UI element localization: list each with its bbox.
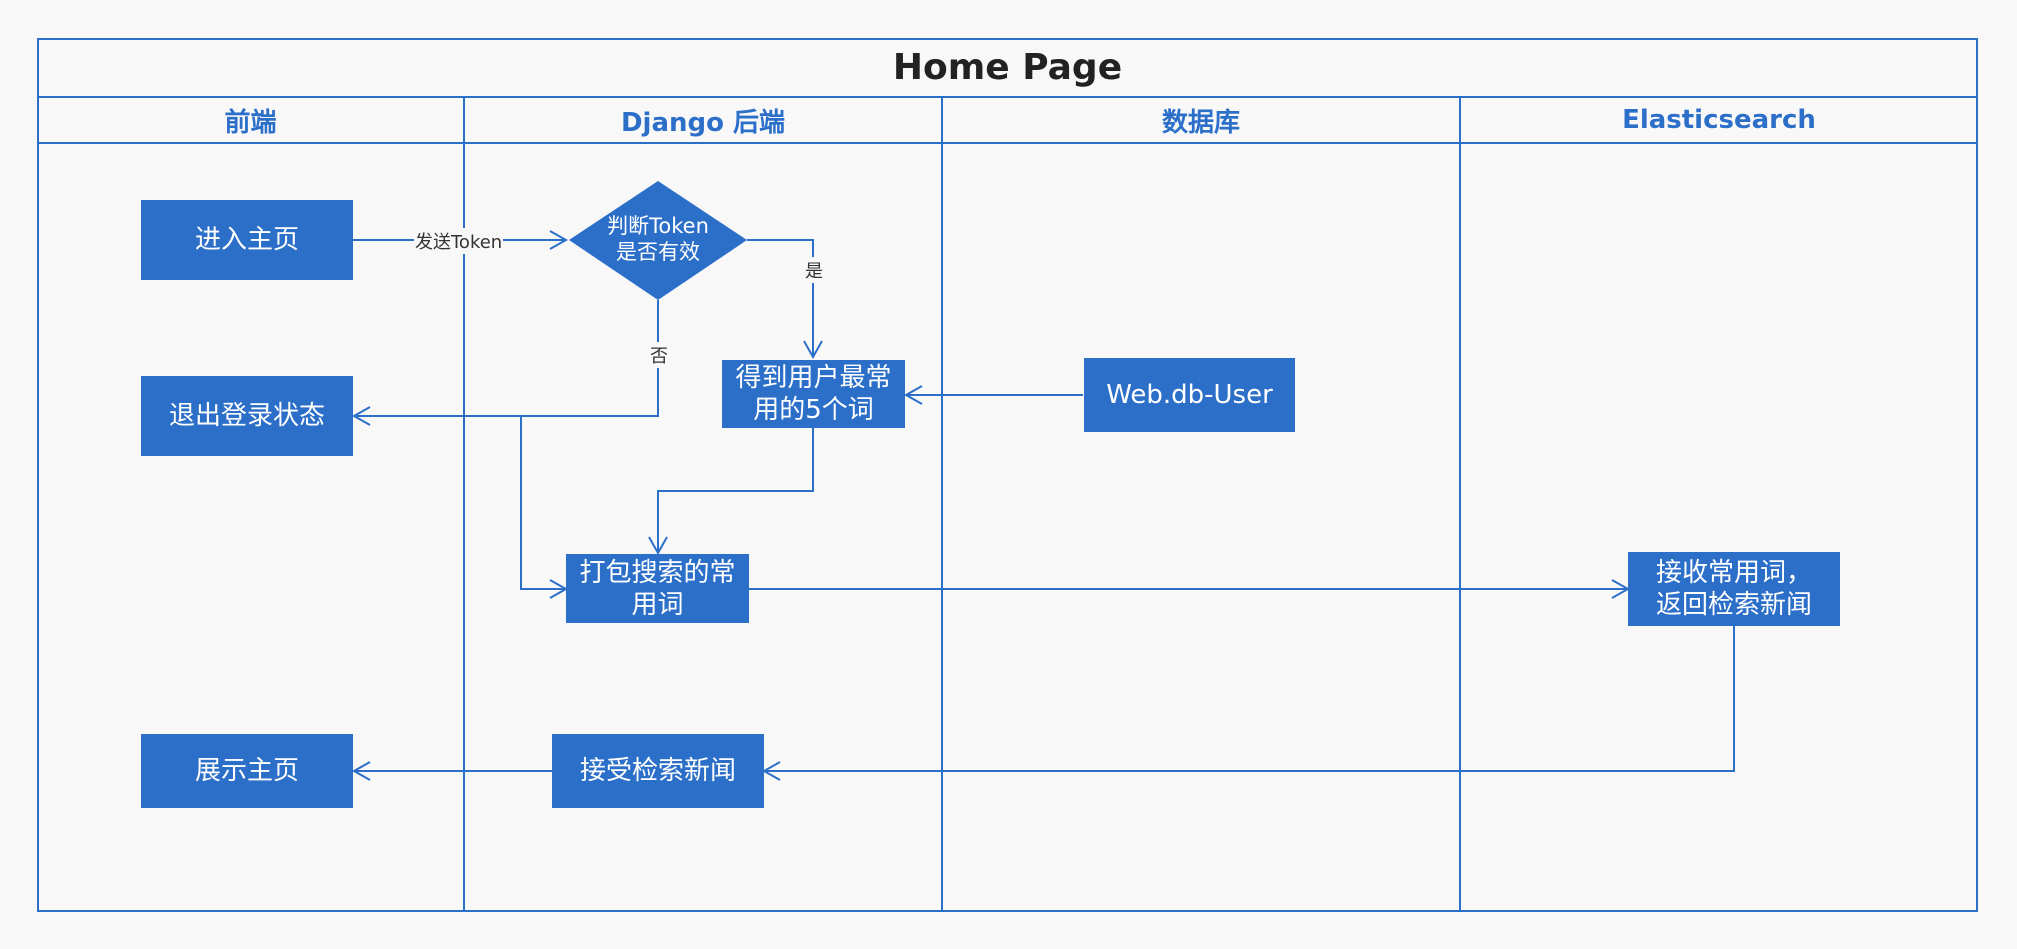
node-label: 打包搜索的常 用词 — [579, 557, 736, 620]
edge-top5-to-pack — [657, 428, 814, 553]
edge-branch-pack — [520, 416, 566, 590]
node-label: Web.db-User — [1106, 380, 1273, 410]
edge-label-send-token: 发送Token — [414, 228, 504, 254]
node-label: 进入主页 — [194, 225, 299, 255]
flowchart-canvas: Home Page 前端 Django 后端 数据库 Elasticsearch — [0, 0, 2017, 949]
node-label: 展示主页 — [194, 756, 299, 786]
edge-no — [354, 300, 659, 417]
node-enter-home: 进入主页 — [141, 200, 353, 280]
edge-label-yes: 是 — [804, 257, 824, 283]
node-receive-words: 接收常用词， 返回检索新闻 — [1628, 552, 1840, 626]
node-label: 退出登录状态 — [168, 401, 325, 431]
node-top5-words: 得到用户最常 用的5个词 — [722, 360, 905, 428]
edge-es-to-accept — [764, 625, 1735, 772]
node-label: 得到用户最常 用的5个词 — [735, 363, 892, 425]
node-check-token: 判断Token 是否有效 — [607, 214, 709, 264]
node-label: 接受检索新闻 — [579, 756, 736, 786]
node-label: 接收常用词， 返回检索新闻 — [1655, 558, 1812, 620]
node-web-db-user: Web.db-User — [1084, 358, 1295, 432]
node-show-home: 展示主页 — [141, 734, 353, 808]
edge-label-no: 否 — [649, 342, 669, 368]
node-pack-words: 打包搜索的常 用词 — [566, 554, 749, 623]
node-logout-state: 退出登录状态 — [141, 376, 353, 456]
node-accept-news: 接受检索新闻 — [552, 734, 764, 808]
